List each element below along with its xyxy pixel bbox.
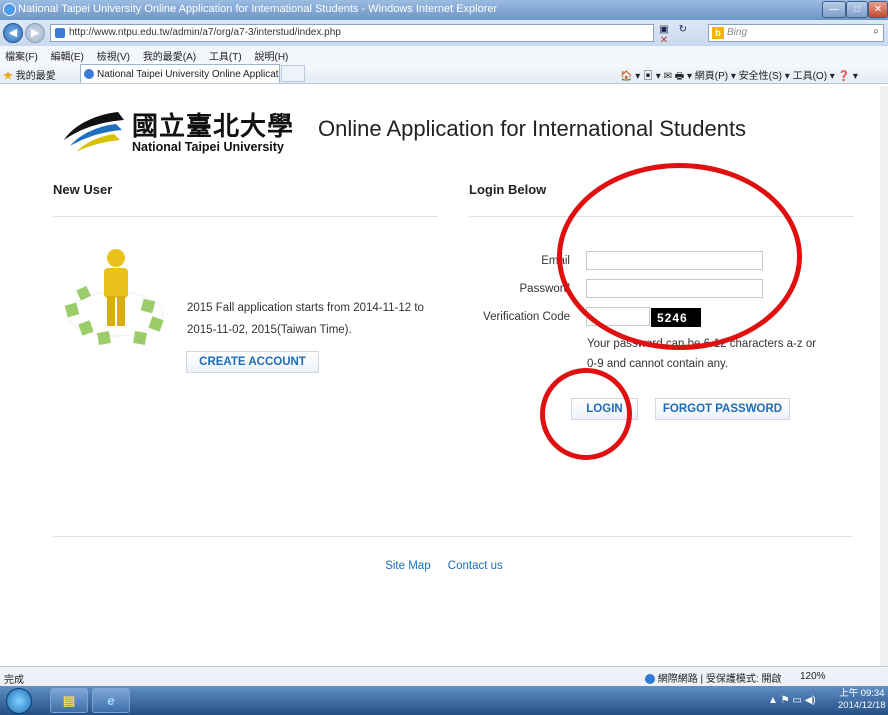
stop-icon[interactable]: ✕ <box>656 35 672 46</box>
favorites-button[interactable]: ★ 我的最愛 <box>3 67 56 82</box>
contact-us-link[interactable]: Contact us <box>448 560 503 572</box>
menu-edit[interactable]: 編輯(E) <box>46 46 89 63</box>
login-heading: Login Below <box>469 182 547 197</box>
logo-swoosh-icon <box>64 112 124 152</box>
email-label: Email <box>541 255 570 267</box>
new-tab-button[interactable] <box>281 65 305 82</box>
tab-title: National Taipei University Online Applic… <box>97 69 279 80</box>
menu-file[interactable]: 檔案(F) <box>0 46 43 63</box>
site-map-link[interactable]: Site Map <box>385 560 430 572</box>
window-title: National Taipei University Online Applic… <box>18 3 498 15</box>
university-name-en: National Taipei University <box>132 140 284 154</box>
footer-links: Site Map Contact us <box>8 560 880 572</box>
address-bar: ◀ ▶ http://www.ntpu.edu.tw/admin/a7/org/… <box>0 20 888 46</box>
command-bar[interactable]: 🏠 ▾ ▣ ▾ ✉ 🖶 ▾ 網頁(P) ▾ 安全性(S) ▾ 工具(O) ▾ ❓… <box>620 67 858 86</box>
globe-icon <box>645 674 655 685</box>
search-input[interactable]: b Bing ⌕ <box>708 24 884 42</box>
minimize-button[interactable]: — <box>822 1 846 18</box>
favorites-bar: ★ 我的最愛 National Taipei University Online… <box>0 62 888 84</box>
maximize-button[interactable]: □ <box>846 1 868 18</box>
clock[interactable]: 上午 09:34 2014/12/18 <box>838 688 886 712</box>
menu-tools[interactable]: 工具(T) <box>204 46 247 63</box>
verification-code-label: Verification Code <box>483 311 570 323</box>
window-title-bar: National Taipei University Online Applic… <box>0 0 888 20</box>
create-account-button[interactable]: CREATE ACCOUNT <box>186 351 319 373</box>
page-icon <box>55 28 65 38</box>
refresh-icon[interactable]: ↻ <box>675 24 691 35</box>
security-zone-text: 網際網路 | 受保護模式: 開啟 <box>657 674 782 685</box>
back-button[interactable]: ◀ <box>3 23 23 43</box>
browser-tab[interactable]: National Taipei University Online Applic… <box>80 64 280 83</box>
tab-ie-icon <box>84 69 94 79</box>
compat-view-icon[interactable]: ▣ <box>656 24 672 35</box>
forgot-password-button[interactable]: FORGOT PASSWORD <box>655 398 790 420</box>
ie-logo-icon <box>3 3 16 16</box>
status-text: 完成 <box>4 675 24 686</box>
menu-bar: 檔案(F) 編輯(E) 檢視(V) 我的最愛(A) 工具(T) 說明(H) <box>0 46 888 63</box>
explorer-taskbar-icon[interactable]: ▤ <box>50 688 88 713</box>
scrollbar[interactable] <box>880 86 888 666</box>
search-placeholder: Bing <box>727 27 748 38</box>
site-title: Online Application for International Stu… <box>318 116 747 141</box>
favorites-label: 我的最愛 <box>15 71 56 82</box>
university-name-cn: 國立臺北大學 <box>132 112 295 142</box>
bing-icon: b <box>712 27 724 39</box>
star-icon: ★ <box>3 71 13 82</box>
internet-explorer-taskbar-icon[interactable]: e <box>92 688 130 713</box>
url-text: http://www.ntpu.edu.tw/admin/a7/org/a7-3… <box>69 27 341 38</box>
clock-time: 上午 09:34 <box>839 688 885 699</box>
taskbar: ▤ e ▲ ⚑ ▭ ◀) 上午 09:34 2014/12/18 <box>0 686 888 715</box>
zoom-level[interactable]: 120% <box>800 671 826 682</box>
close-window-button[interactable]: ✕ <box>868 1 888 18</box>
start-button[interactable] <box>6 688 32 714</box>
password-label: Password <box>519 283 571 295</box>
search-icon[interactable]: ⌕ <box>873 26 879 37</box>
university-logo[interactable]: 國立臺北大學 National Taipei University <box>58 108 323 158</box>
menu-favorites[interactable]: 我的最愛(A) <box>138 46 201 63</box>
url-input[interactable]: http://www.ntpu.edu.tw/admin/a7/org/a7-3… <box>50 24 654 42</box>
status-bar: 完成 網際網路 | 受保護模式: 開啟 120% <box>0 666 888 686</box>
divider <box>53 216 438 217</box>
menu-help[interactable]: 說明(H) <box>250 46 294 63</box>
forward-button[interactable]: ▶ <box>25 23 45 43</box>
footer-divider <box>53 536 853 537</box>
application-period-text: 2015 Fall application starts from 2014-1… <box>187 302 424 336</box>
system-tray-icons[interactable]: ▲ ⚑ ▭ ◀) <box>768 695 816 706</box>
menu-view[interactable]: 檢視(V) <box>92 46 135 63</box>
web-page: 國立臺北大學 National Taipei University Online… <box>8 86 880 666</box>
annotation-circle-login-fields <box>557 163 802 350</box>
new-user-illustration <box>64 249 164 345</box>
new-user-heading: New User <box>53 182 113 197</box>
annotation-circle-login-button <box>540 368 632 460</box>
clock-date: 2014/12/18 <box>838 700 886 711</box>
address-tools: ▣ ↻ ✕ <box>656 24 708 46</box>
security-zone: 網際網路 | 受保護模式: 開啟 <box>645 670 782 685</box>
